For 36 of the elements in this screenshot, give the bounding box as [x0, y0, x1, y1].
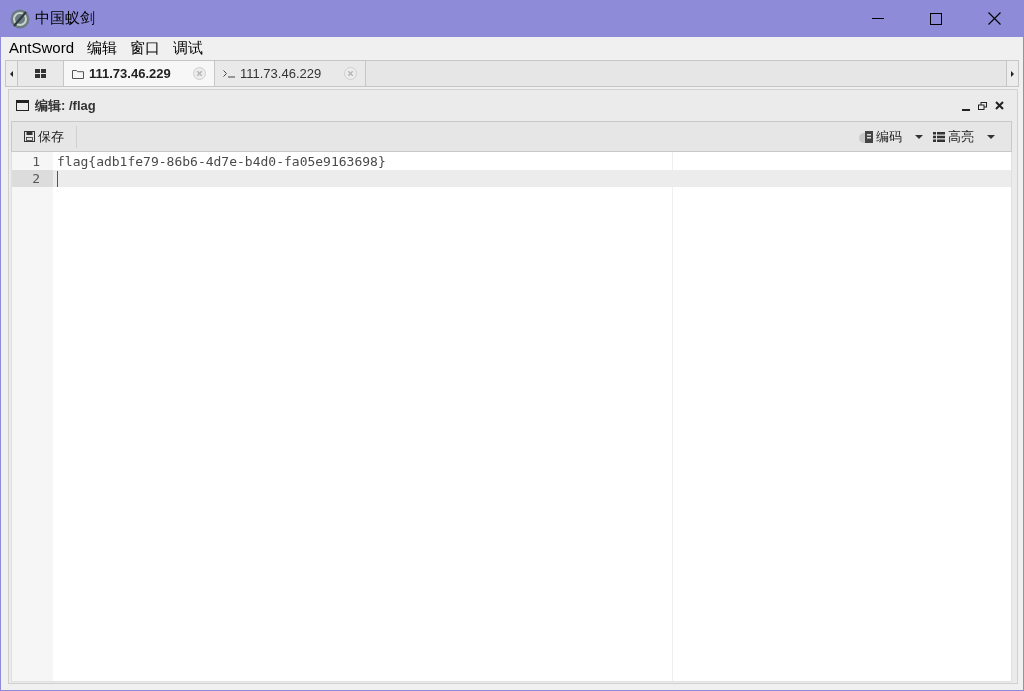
panel-title: 编辑: /flag — [35, 96, 96, 115]
maximize-icon — [930, 12, 942, 25]
window-icon — [16, 100, 29, 111]
menu-item[interactable]: 编辑 — [85, 38, 120, 58]
encoding-dropdown[interactable]: 编码 — [857, 124, 931, 149]
line-number: 2 — [12, 170, 53, 187]
terminal-icon — [223, 69, 235, 78]
minimize-icon — [872, 18, 884, 19]
code-editor[interactable]: 1 2 flag{adb1fe79-86b6-4d7e-b4d0-fa05e9163698} — [11, 152, 1012, 682]
menu-item[interactable]: AntSword — [7, 38, 77, 58]
scroll-left-button[interactable] — [6, 61, 18, 86]
document-icon — [859, 129, 873, 144]
code-text: flag{adb1fe79-86b6-4d7e-b4d0-fa05e9163698} — [57, 153, 386, 170]
menu-item[interactable]: 窗口 — [128, 38, 163, 58]
close-icon — [995, 101, 1004, 110]
scroll-right-button[interactable] — [1006, 61, 1018, 86]
caret-down-icon — [987, 134, 995, 139]
close-tab-icon — [344, 67, 357, 80]
grid-icon — [35, 69, 46, 78]
list-icon — [933, 131, 945, 142]
highlight-dropdown[interactable]: 高亮 — [931, 124, 1003, 149]
line-number: 1 — [31, 153, 41, 170]
caret-down-icon — [915, 134, 923, 139]
close-tab-icon — [193, 67, 206, 80]
left-triangle-icon — [10, 70, 13, 77]
text-cursor — [57, 170, 58, 187]
restore-icon — [978, 101, 987, 110]
right-triangle-icon — [1011, 70, 1014, 77]
folder-icon — [72, 68, 84, 79]
minimize-icon — [961, 108, 970, 111]
tab[interactable]: 111.73.46.229 — [64, 61, 215, 86]
save-button[interactable]: 保存 — [22, 124, 66, 149]
menu-item[interactable]: 调试 — [171, 38, 206, 58]
window-title: 中国蚁剑 — [35, 8, 95, 29]
app-logo-icon — [10, 8, 30, 29]
close-icon — [987, 12, 1001, 25]
